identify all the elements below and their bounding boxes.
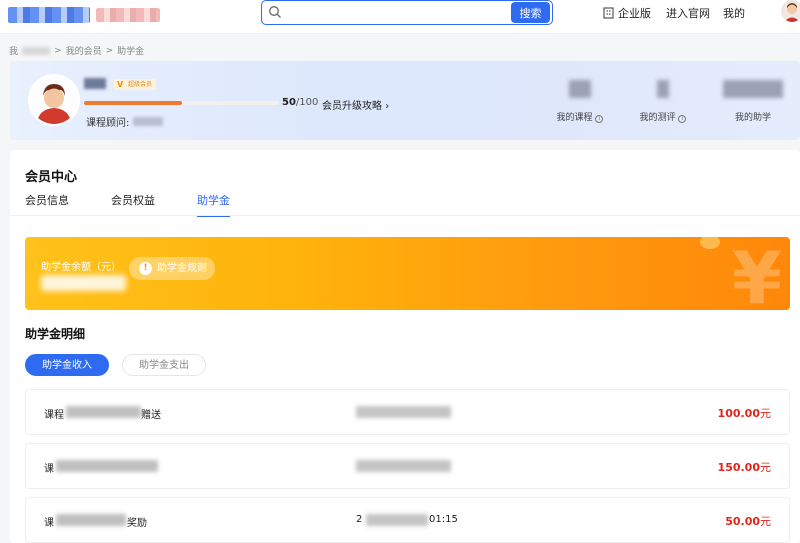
course-advisor-label: 课程顾问: [86, 118, 130, 129]
stat-evaluations-value [657, 80, 669, 98]
record-description-blur [56, 460, 158, 472]
info-icon[interactable]: i [595, 115, 604, 123]
record-amount: 150.00元 [718, 459, 771, 475]
nav-my[interactable]: 我的 [723, 5, 745, 21]
breadcrumb-separator: > [105, 45, 114, 56]
warning-icon: ! [139, 262, 152, 275]
stat-my-evaluations[interactable]: 我的测评 i [636, 80, 690, 123]
sub-tab-expense[interactable]: 助学金支出 [122, 354, 206, 376]
course-advisor-name [133, 117, 164, 126]
stat-my-helper[interactable]: 我的助学 [718, 80, 788, 123]
record-row: 课程 赠送 100.00元 [25, 389, 790, 435]
course-advisor: 课程顾问: [86, 114, 164, 129]
record-row: 课 150.00元 [25, 443, 790, 489]
level-progress-current: 50 [282, 97, 296, 108]
stat-my-courses[interactable]: 我的课程 i [553, 80, 607, 123]
record-description-prefix: 课 [44, 518, 54, 529]
sub-tab-income[interactable]: 助学金收入 [25, 354, 109, 376]
balance-label: 助学金余额（元） [41, 262, 121, 273]
tab-scholarship[interactable]: 助学金 [197, 192, 230, 217]
tab-divider [10, 215, 800, 216]
level-progress-text: 50/100 [282, 97, 318, 108]
breadcrumb-separator: > [54, 45, 62, 56]
stat-helper-label: 我的助学 [734, 113, 771, 123]
member-card: 超级会员 50/100 会员升级攻略 › 课程顾问: 我的课程 i 我的测评 i… [10, 61, 800, 140]
scholarship-records: 课程 赠送 100.00元 课 150.00元 课 奖励 2 01:15 50.… [25, 389, 790, 543]
building-icon [603, 7, 614, 19]
breadcrumb: 我 > 我的会员 > 助学金 [9, 44, 145, 58]
record-date-blur [356, 406, 451, 418]
record-date-blur [366, 514, 428, 526]
record-date-prefix: 2 [356, 514, 363, 525]
level-progress-total: /100 [295, 97, 319, 108]
scholarship-rules-label: 助学金规则 [157, 263, 207, 274]
breadcrumb-current: 助学金 [117, 47, 145, 57]
search-input[interactable] [296, 4, 496, 21]
info-icon[interactable]: i [678, 115, 687, 123]
breadcrumb-home[interactable]: 我 [9, 44, 18, 57]
member-name [84, 78, 106, 89]
tab-member-info[interactable]: 会员信息 [25, 192, 69, 217]
breadcrumb-member[interactable]: 我的会员 [66, 44, 102, 57]
search-button[interactable]: 搜索 [511, 2, 550, 23]
level-progress-fill [84, 101, 182, 105]
detail-sub-tabs: 助学金收入 助学金支出 [25, 354, 206, 376]
balance-amount [41, 275, 126, 291]
stat-evaluations-label: 我的测评 [639, 113, 676, 123]
avatar-image [781, 0, 800, 22]
record-description-suffix: 奖励 [127, 518, 147, 529]
stat-helper-value [723, 80, 783, 98]
record-amount-unit: 元 [760, 515, 771, 528]
avatar-image [30, 76, 78, 124]
record-date-suffix: 01:15 [429, 514, 458, 525]
level-progress-bar [84, 101, 279, 105]
site-logo[interactable] [8, 7, 90, 23]
record-description-prefix: 课 [44, 464, 54, 475]
scholarship-rules-button[interactable]: ! 助学金规则 [129, 257, 215, 280]
member-tabs: 会员信息 会员权益 助学金 [25, 192, 272, 217]
search-icon [269, 6, 281, 18]
record-description-blur [56, 514, 126, 526]
record-amount-value: 100.00 [717, 407, 760, 420]
record-amount: 50.00元 [725, 513, 771, 529]
coin-decoration [700, 237, 720, 249]
yen-icon: ¥ [731, 237, 782, 310]
stat-courses-value [569, 80, 591, 98]
upgrade-guide-link[interactable]: 会员升级攻略 › [322, 97, 389, 112]
vip-badge: 超级会员 [114, 79, 157, 90]
record-amount-value: 50.00 [725, 515, 760, 528]
breadcrumb-home-blur [22, 46, 51, 55]
site-logo-secondary [96, 8, 160, 22]
record-amount: 100.00元 [718, 405, 771, 421]
record-description-prefix: 课程 [44, 410, 64, 421]
user-avatar[interactable] [781, 0, 800, 22]
record-amount-unit: 元 [760, 407, 771, 420]
upgrade-guide-label: 会员升级攻略 [322, 101, 382, 112]
record-description-suffix: 赠送 [141, 410, 161, 421]
member-center-panel: 会员中心 会员信息 会员权益 助学金 ¥ 助学金余额（元） ! 助学金规则 助学… [10, 150, 800, 543]
record-amount-unit: 元 [760, 461, 771, 474]
member-avatar [30, 76, 78, 124]
nav-official-site[interactable]: 进入官网 [666, 5, 710, 21]
tab-member-benefits[interactable]: 会员权益 [111, 192, 155, 217]
top-bar: 搜索 企业版 进入官网 我的 [0, 0, 800, 34]
chevron-right-icon: › [385, 101, 390, 112]
record-row: 课 奖励 2 01:15 50.00元 [25, 497, 790, 543]
search-box: 搜索 [261, 0, 553, 25]
stat-courses-label: 我的课程 [556, 113, 593, 123]
page-title: 会员中心 [25, 170, 78, 185]
detail-title: 助学金明细 [25, 327, 86, 341]
scholarship-balance-banner: ¥ 助学金余额（元） ! 助学金规则 [25, 237, 790, 310]
record-amount-value: 150.00 [717, 461, 760, 474]
nav-enterprise-label: 企业版 [618, 7, 651, 20]
nav-enterprise[interactable]: 企业版 [603, 5, 651, 21]
record-description-blur [66, 406, 141, 418]
record-date-blur [356, 460, 451, 472]
